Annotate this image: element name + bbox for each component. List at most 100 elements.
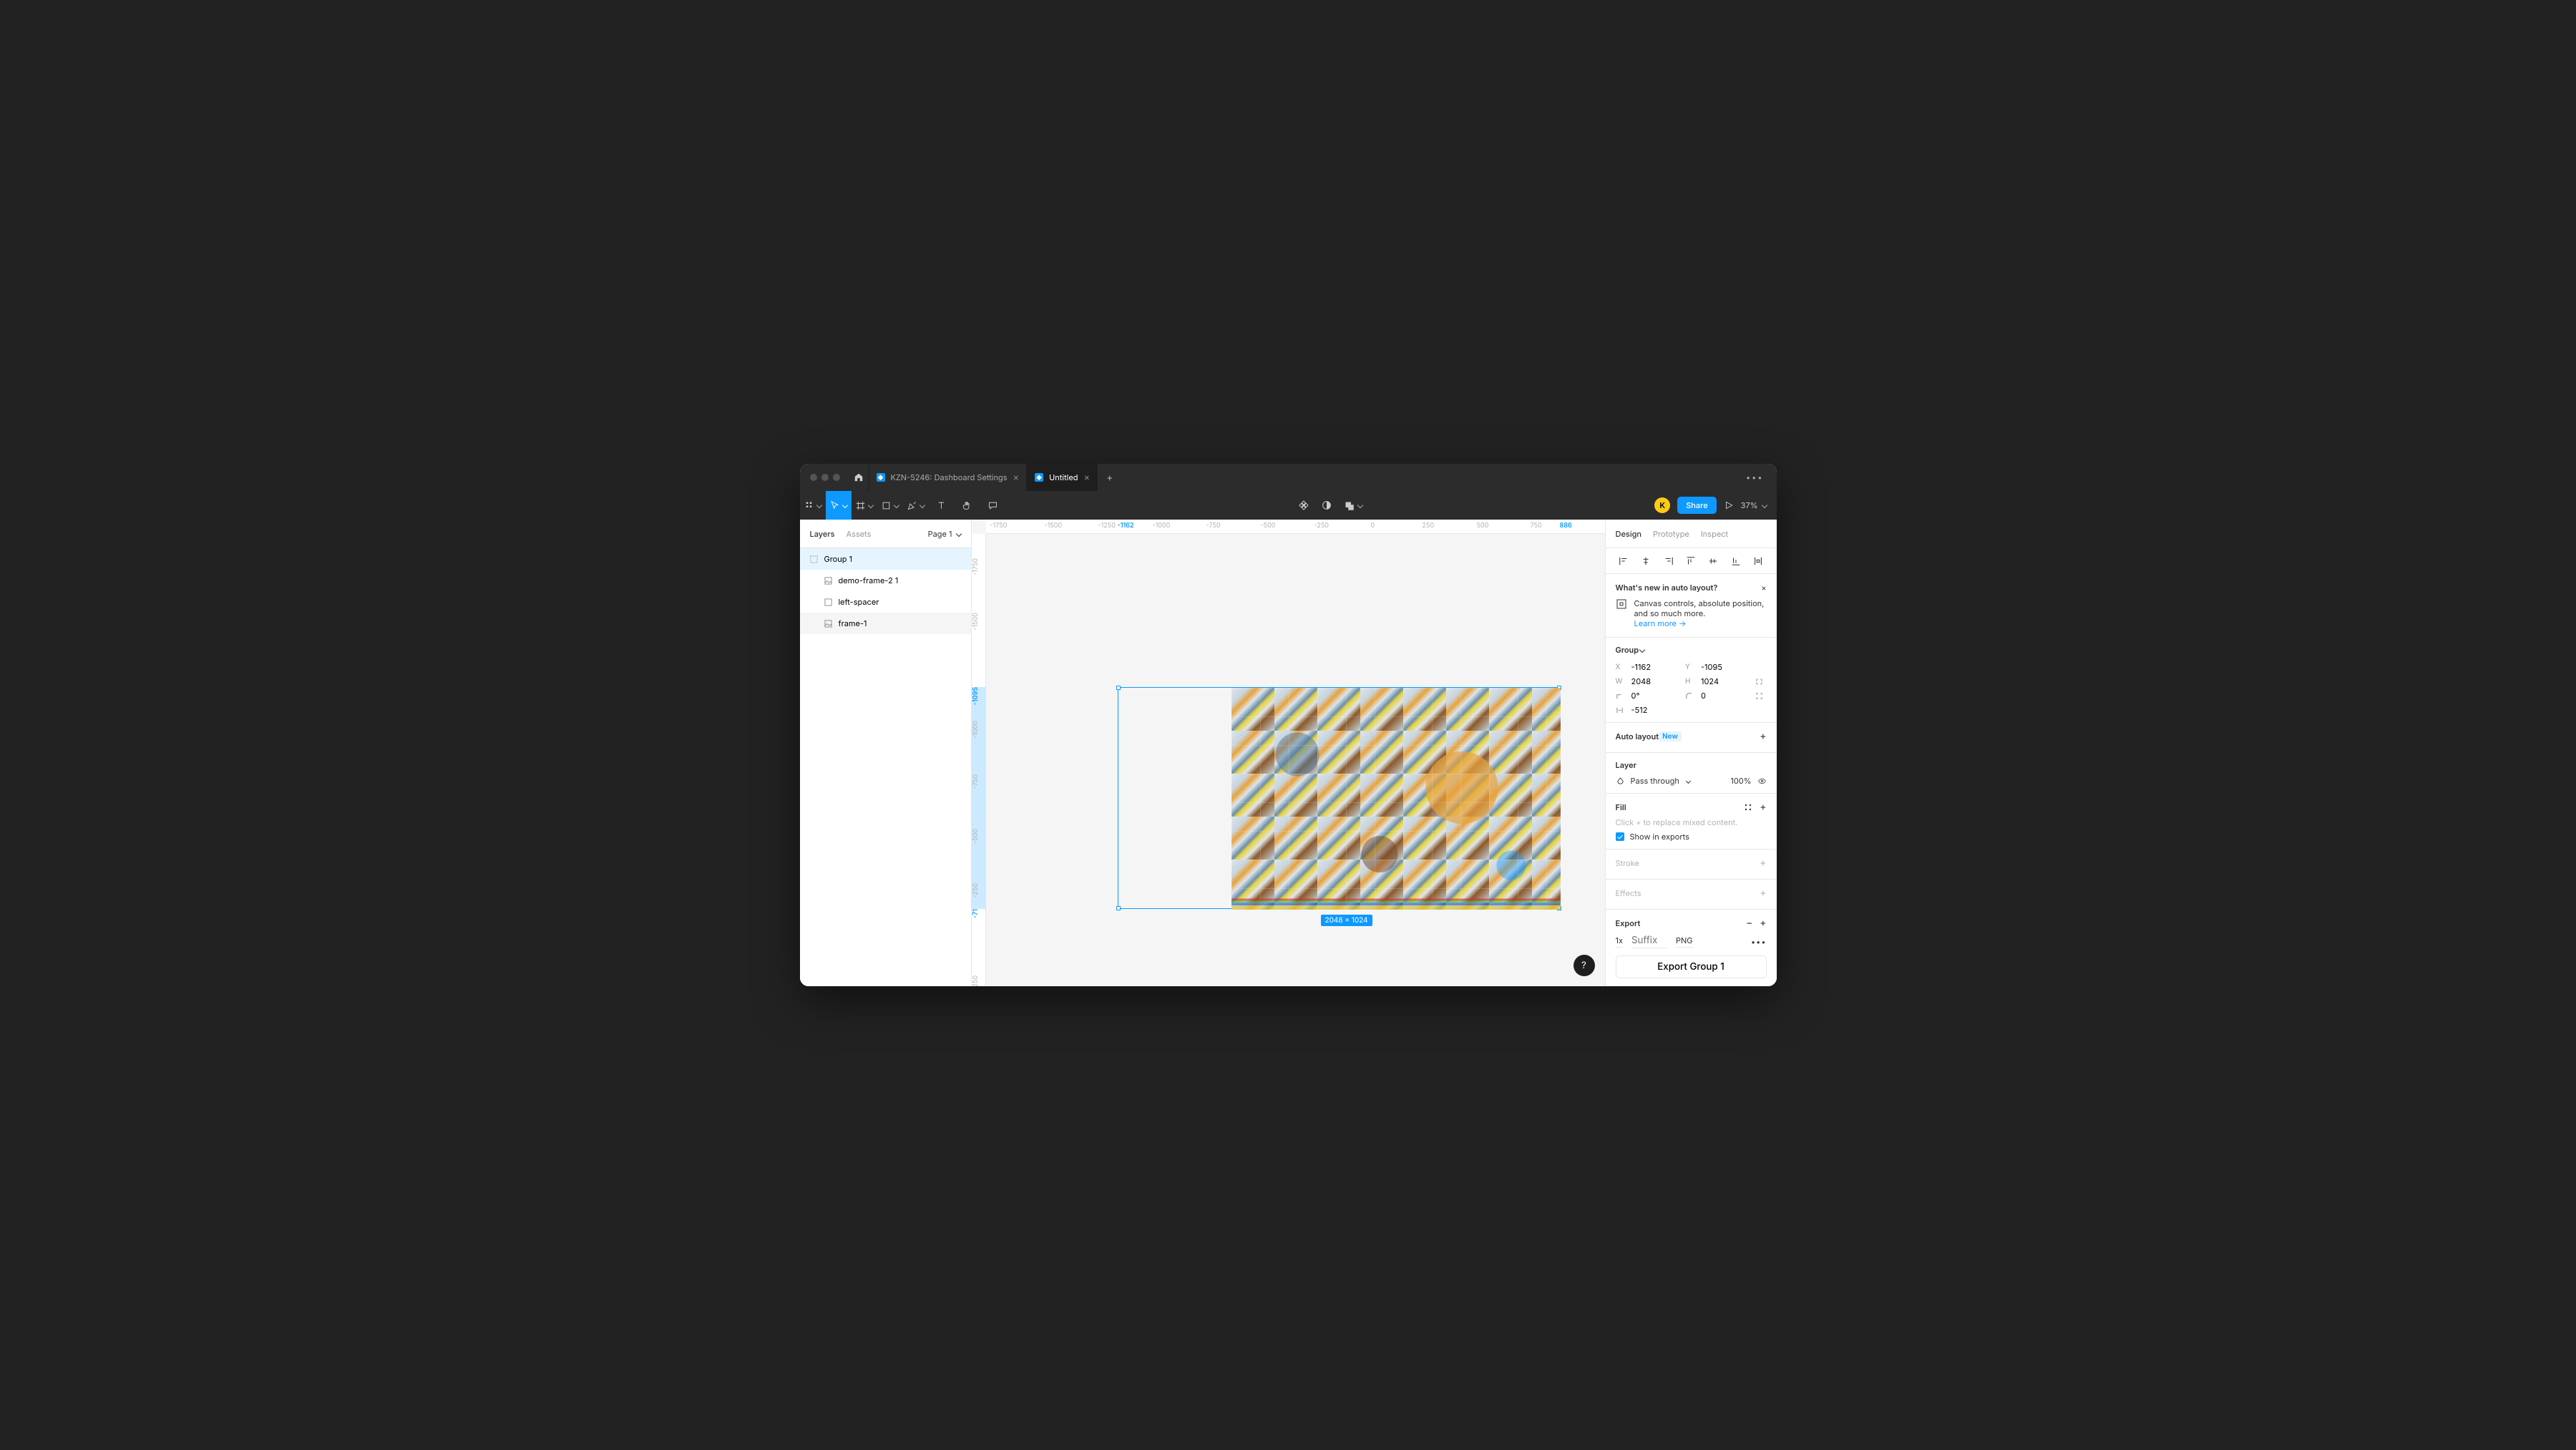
selection-box[interactable] [1118,687,1560,909]
align-top-icon[interactable] [1686,556,1696,566]
independent-corners-icon[interactable] [1755,692,1763,700]
group-title[interactable]: Group [1616,645,1639,655]
export-more-icon[interactable]: ••• [1751,937,1767,947]
align-right-icon[interactable] [1664,556,1674,566]
layer-name: Group 1 [824,554,853,564]
more-menu-icon[interactable]: ••• [1739,472,1771,482]
effects-title: Effects [1616,888,1641,898]
canvas[interactable]: -1750 -1500 -1250 -1162 -1000 -750 -500 … [972,520,1605,986]
home-button[interactable] [849,467,869,487]
autolayout-promo-icon [1616,598,1627,610]
assets-tab[interactable]: Assets [847,529,872,539]
component-icon[interactable] [1298,500,1309,511]
distribute-icon[interactable] [1753,556,1763,566]
comment-tool[interactable] [980,491,1006,520]
group-icon [810,555,819,563]
align-bottom-icon[interactable] [1731,556,1741,566]
maximize-window[interactable] [833,474,840,481]
resize-handle[interactable] [1116,686,1121,690]
move-tool[interactable] [826,491,852,520]
present-icon[interactable] [1724,500,1734,510]
export-format[interactable]: PNG [1676,935,1693,948]
opacity-input[interactable]: 100% [1730,776,1751,786]
boolean-icon[interactable] [1344,500,1362,511]
w-input[interactable] [1631,676,1680,686]
learn-more-link[interactable]: Learn more → [1634,618,1687,628]
file-tab-1[interactable]: ◆ KZN-5246: Dashboard Settings × [869,464,1028,491]
figma-file-icon: ◆ [1035,473,1043,482]
layers-tab[interactable]: Layers [810,529,835,539]
menu-button[interactable] [800,491,826,520]
add-export-icon[interactable]: + [1760,917,1766,929]
h-input[interactable] [1701,676,1750,686]
whatsnew-body: Canvas controls, absolute position, and … [1634,598,1765,618]
page-selector[interactable]: Page 1 [928,529,961,539]
export-suffix-input[interactable] [1631,935,1667,948]
user-avatar[interactable]: K [1654,497,1670,513]
close-icon[interactable]: × [1761,583,1766,593]
figma-file-icon: ◆ [877,473,885,482]
hand-tool[interactable] [955,491,980,520]
fill-hint: Click + to replace mixed content. [1616,817,1767,827]
add-autolayout-icon[interactable]: + [1760,730,1766,742]
help-button[interactable]: ? [1574,955,1595,976]
share-button[interactable]: Share [1677,497,1716,514]
minimize-window[interactable] [821,474,829,481]
add-stroke-icon[interactable]: + [1760,857,1766,869]
layer-name: left-spacer [839,597,879,607]
pen-tool[interactable] [903,491,929,520]
layer-item[interactable]: demo-frame-2 1 [800,570,971,591]
toolbar: K Share 37% [800,491,1777,520]
x-input[interactable] [1631,662,1680,672]
new-tab-button[interactable]: + [1098,472,1121,484]
mask-icon[interactable] [1321,500,1332,511]
layer-group[interactable]: Group 1 [800,548,971,570]
align-vcenter-icon[interactable] [1708,556,1718,566]
align-left-icon[interactable] [1619,556,1629,566]
export-title: Export [1616,918,1641,928]
layer-section-title: Layer [1616,760,1637,770]
show-in-exports-label: Show in exports [1630,832,1689,842]
file-tab-2[interactable]: ◆ Untitled × [1027,464,1098,491]
x-label: X [1616,663,1626,671]
show-in-exports-checkbox[interactable] [1616,832,1624,841]
remove-export-icon[interactable]: − [1746,917,1752,929]
inspect-tab[interactable]: Inspect [1701,529,1728,539]
design-tab[interactable]: Design [1616,529,1642,539]
tab-label: KZN-5246: Dashboard Settings [891,472,1008,482]
zoom-control[interactable]: 37% [1741,500,1767,510]
link-wh-icon[interactable] [1755,678,1763,686]
close-tab-icon[interactable]: × [1083,472,1090,483]
blend-icon [1616,777,1625,786]
export-scale[interactable]: 1x [1616,935,1623,948]
image-icon [824,619,833,628]
chevron-down-icon [868,502,874,508]
export-button[interactable]: Export Group 1 [1616,955,1767,978]
fill-styles-icon[interactable] [1744,803,1752,812]
layer-item[interactable]: left-spacer [800,591,971,613]
shape-tool[interactable] [877,491,903,520]
align-hcenter-icon[interactable] [1641,556,1651,566]
chevron-down-icon [1761,502,1767,508]
hpadding-icon [1616,706,1624,714]
text-tool[interactable] [929,491,955,520]
layer-item[interactable]: frame-1 [800,613,971,634]
autolayout-title: Auto layout [1616,731,1659,741]
y-input[interactable] [1701,662,1750,672]
canvas-image[interactable] [1231,688,1561,910]
rotation-input[interactable] [1631,691,1680,701]
rectangle-icon [824,598,833,606]
ruler-horizontal: -1750 -1500 -1250 -1162 -1000 -750 -500 … [986,520,1605,534]
add-effect-icon[interactable]: + [1760,887,1766,899]
visibility-icon[interactable] [1757,777,1767,786]
close-tab-icon[interactable]: × [1013,472,1020,483]
frame-tool[interactable] [852,491,877,520]
blend-mode[interactable]: Pass through [1631,776,1679,786]
prototype-tab[interactable]: Prototype [1653,529,1689,539]
close-window[interactable] [810,474,817,481]
resize-handle[interactable] [1116,906,1121,910]
add-fill-icon[interactable]: + [1760,801,1766,813]
radius-input[interactable] [1701,691,1750,701]
rotation-icon [1616,692,1624,700]
hpadding-input[interactable] [1631,705,1680,715]
